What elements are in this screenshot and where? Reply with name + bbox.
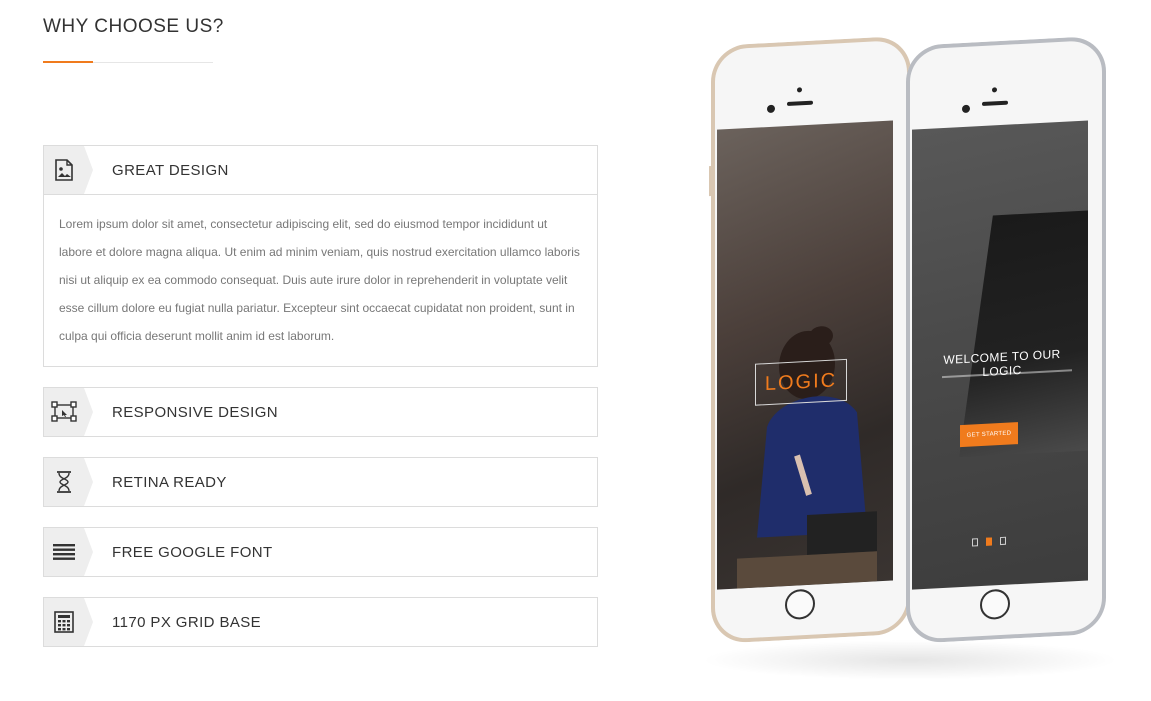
features-accordion: GREAT DESIGN Lorem ipsum dolor sit amet,…	[43, 145, 598, 667]
phone-gold: LOGIC	[709, 35, 911, 645]
phone-camera	[767, 104, 775, 114]
phone-sensor	[797, 87, 802, 93]
phones-mockup: LOGIC WELCOME TO OUR LOGIC GET STARTED	[690, 35, 1130, 680]
phone-speaker	[982, 100, 1008, 107]
slider-pagination	[972, 536, 1006, 547]
accordion-item-great-design: GREAT DESIGN Lorem ipsum dolor sit amet,…	[43, 145, 598, 367]
section-title: WHY CHOOSE US?	[43, 16, 224, 37]
text-lines-icon	[44, 528, 93, 576]
accordion-title: RESPONSIVE DESIGN	[112, 403, 279, 421]
accordion-title: RETINA READY	[112, 473, 227, 491]
title-underline	[43, 61, 213, 63]
calculator-icon	[44, 598, 93, 646]
accordion-header-responsive-design[interactable]: RESPONSIVE DESIGN	[44, 388, 597, 436]
accordion-header-retina-ready[interactable]: RETINA READY	[44, 458, 597, 506]
logic-logo: LOGIC	[755, 358, 847, 406]
slider-dot	[1000, 536, 1006, 546]
vector-select-icon	[44, 388, 93, 436]
accordion-header-free-google-font[interactable]: FREE GOOGLE FONT	[44, 528, 597, 576]
accordion-item-grid-base: 1170 PX GRID BASE	[43, 597, 598, 647]
hourglass-icon	[44, 458, 93, 506]
accordion-header-great-design[interactable]: GREAT DESIGN	[44, 146, 597, 194]
phone-screen-left: LOGIC	[717, 120, 893, 590]
phone-silver: WELCOME TO OUR LOGIC GET STARTED	[906, 35, 1106, 645]
slider-dot-active	[986, 537, 992, 546]
accordion-item-free-google-font: FREE GOOGLE FONT	[43, 527, 598, 577]
phone-sensor	[992, 87, 997, 93]
woman-photo	[737, 326, 877, 589]
phone-camera	[962, 104, 970, 114]
accordion-item-responsive-design: RESPONSIVE DESIGN	[43, 387, 598, 437]
phone-screen-right: WELCOME TO OUR LOGIC GET STARTED	[912, 120, 1088, 590]
accordion-title: 1170 PX GRID BASE	[112, 613, 262, 631]
accordion-title: GREAT DESIGN	[112, 161, 229, 179]
accordion-header-grid-base[interactable]: 1170 PX GRID BASE	[44, 598, 597, 646]
phones-shadow	[700, 640, 1120, 680]
phone-speaker	[787, 100, 813, 107]
title-underline-accent	[43, 61, 93, 63]
laptop-photo	[959, 208, 1088, 458]
get-started-button: GET STARTED	[960, 422, 1018, 448]
accordion-body: Lorem ipsum dolor sit amet, consectetur …	[44, 194, 597, 366]
accordion-title: FREE GOOGLE FONT	[112, 543, 273, 561]
slider-dot	[972, 538, 978, 547]
home-button	[980, 588, 1010, 621]
accordion-item-retina-ready: RETINA READY	[43, 457, 598, 507]
home-button	[785, 588, 815, 621]
image-icon	[44, 146, 93, 194]
